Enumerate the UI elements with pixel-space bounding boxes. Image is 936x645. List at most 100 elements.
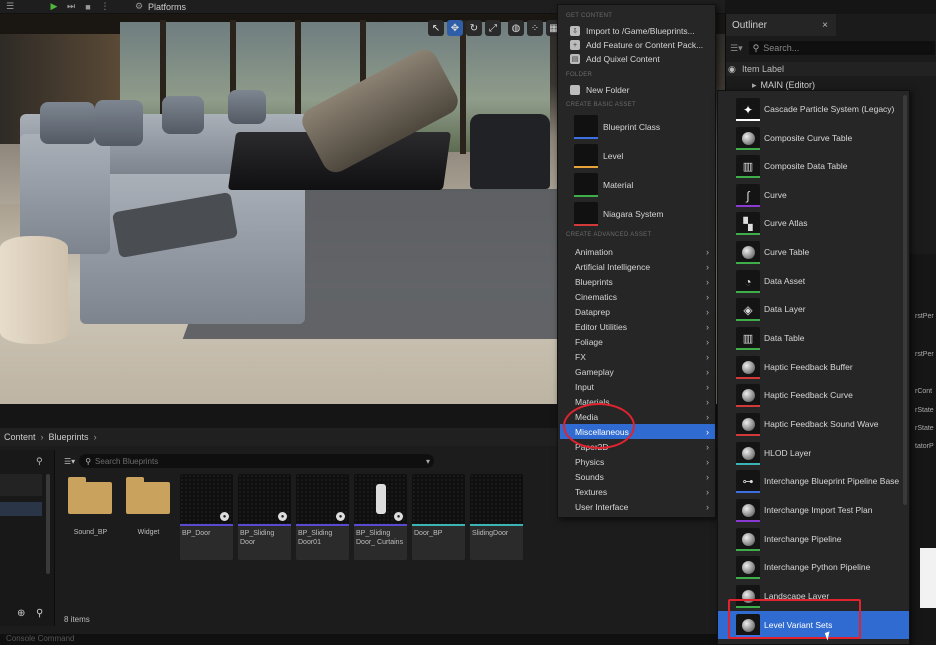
asset-label: Door_BP bbox=[414, 530, 443, 537]
stop-icon[interactable]: ■ bbox=[81, 1, 95, 13]
step-icon[interactable]: ⏭ bbox=[64, 1, 78, 13]
submenu-item-composite-curve-table[interactable]: Composite Curve Table bbox=[718, 124, 909, 152]
menu-category-user-interface[interactable]: User Interface › bbox=[560, 499, 715, 514]
menu-category-ai[interactable]: Artificial Intelligence › bbox=[560, 259, 715, 274]
submenu-item-curve-atlas[interactable]: ▚ Curve Atlas bbox=[718, 209, 909, 237]
submenu-item-hlod-layer[interactable]: HLOD Layer bbox=[718, 439, 909, 467]
submenu-item-interchange-python-pipeline[interactable]: Interchange Python Pipeline bbox=[718, 553, 909, 581]
submenu-item-haptic-feedback-sound-wave[interactable]: Haptic Feedback Sound Wave bbox=[718, 410, 909, 438]
menu-category-fx[interactable]: FX › bbox=[560, 349, 715, 364]
breadcrumb-content[interactable]: Content bbox=[4, 432, 36, 442]
outliner-column-header[interactable]: ◉ Item Label bbox=[726, 62, 936, 76]
menu-item-material[interactable]: Material bbox=[574, 173, 633, 197]
blueprint-badge-icon: ● bbox=[336, 512, 345, 521]
submenu-item-label: Interchange Python Pipeline bbox=[764, 562, 871, 572]
niagara-icon bbox=[574, 202, 598, 226]
submenu-item-haptic-feedback-curve[interactable]: Haptic Feedback Curve bbox=[718, 381, 909, 409]
submenu-item-haptic-feedback-buffer[interactable]: Haptic Feedback Buffer bbox=[718, 353, 909, 381]
submenu-item-interchange-pipeline[interactable]: Interchange Pipeline bbox=[718, 525, 909, 553]
menu-category-sounds[interactable]: Sounds › bbox=[560, 469, 715, 484]
submenu-item-composite-data-table[interactable]: ▥ Composite Data Table bbox=[718, 152, 909, 180]
submenu-item-label: Data Asset bbox=[764, 276, 806, 286]
folder-icon bbox=[126, 477, 170, 514]
folder-sound-bp[interactable]: Sound_BP bbox=[64, 474, 117, 560]
menu-item-add-quixel[interactable]: ▤ Add Quixel Content bbox=[564, 52, 712, 66]
menu-item-label: Material bbox=[603, 180, 634, 190]
rotate-icon[interactable]: ↻ bbox=[466, 20, 482, 36]
folder-tree-item[interactable] bbox=[0, 474, 42, 496]
details-fragment: rstPer bbox=[915, 313, 934, 320]
menu-category-physics[interactable]: Physics › bbox=[560, 454, 715, 469]
chevron-right-icon: › bbox=[706, 381, 709, 392]
submenu-item-cascade-particle-system[interactable]: ✦ Cascade Particle System (Legacy) bbox=[718, 95, 909, 123]
submenu-item-curve[interactable]: ∫ Curve bbox=[718, 181, 909, 209]
submenu-item-interchange-blueprint-pipeline-base[interactable]: ⊶ Interchange Blueprint Pipeline Base bbox=[718, 467, 909, 495]
snap-icon[interactable]: ⁘ bbox=[527, 20, 543, 36]
chevron-right-icon: › bbox=[706, 456, 709, 467]
add-icon[interactable]: ⊕ bbox=[17, 608, 25, 619]
menu-category-dataprep[interactable]: Dataprep › bbox=[560, 304, 715, 319]
category-label: Artificial Intelligence bbox=[575, 261, 651, 272]
scale-icon[interactable]: ⤢ bbox=[485, 20, 501, 36]
menu-item-import[interactable]: ⇩ Import to /Game/Blueprints... bbox=[564, 24, 712, 38]
submenu-item-data-asset[interactable]: ◔ Data Asset bbox=[718, 267, 909, 295]
menu-item-new-folder[interactable]: New Folder bbox=[564, 83, 712, 97]
menu-category-animation[interactable]: Animation › bbox=[560, 244, 715, 259]
outliner-search-input[interactable]: ⚲ Search... bbox=[748, 41, 935, 55]
folder-widget[interactable]: Widget bbox=[122, 474, 175, 560]
globe-icon[interactable]: ◍ bbox=[508, 20, 524, 36]
play-icon[interactable]: ▶ bbox=[47, 1, 61, 13]
menu-item-niagara-system[interactable]: Niagara System bbox=[574, 202, 663, 226]
asset-tile[interactable]: ● BP_Sliding Door_ Curtains bbox=[354, 474, 407, 560]
menu-category-editor-utilities[interactable]: Editor Utilities › bbox=[560, 319, 715, 334]
search-icon[interactable]: ⚲ bbox=[36, 456, 43, 467]
search-icon: ⚲ bbox=[752, 42, 760, 53]
filter-icon[interactable]: ☰▾ bbox=[730, 43, 743, 54]
asset-type-bar bbox=[296, 524, 349, 526]
menu-category-foliage[interactable]: Foliage › bbox=[560, 334, 715, 349]
move-icon[interactable]: ✥ bbox=[447, 20, 463, 36]
asset-tile[interactable]: Door_BP bbox=[412, 474, 465, 560]
submenu-item-interchange-import-test-plan[interactable]: Interchange Import Test Plan bbox=[718, 496, 909, 524]
quixel-icon: ▤ bbox=[570, 54, 580, 64]
checker-icon: ▚ bbox=[736, 212, 760, 235]
tab-outliner[interactable]: Outliner × bbox=[726, 14, 836, 36]
chevron-right-icon: › bbox=[706, 396, 709, 407]
menu-category-cinematics[interactable]: Cinematics › bbox=[560, 289, 715, 304]
menu-category-textures[interactable]: Textures › bbox=[560, 484, 715, 499]
menu-item-blueprint-class[interactable]: Blueprint Class bbox=[574, 115, 660, 139]
submenu-item-data-layer[interactable]: ◈ Data Layer bbox=[718, 295, 909, 323]
menu-category-input[interactable]: Input › bbox=[560, 379, 715, 394]
platforms-button[interactable]: Platforms bbox=[148, 2, 186, 12]
submenu-item-curve-table[interactable]: Curve Table bbox=[718, 238, 909, 266]
asset-tile[interactable]: SlidingDoor bbox=[470, 474, 523, 560]
submenu-item-label: Curve Table bbox=[764, 247, 810, 257]
menu-category-gameplay[interactable]: Gameplay › bbox=[560, 364, 715, 379]
search-icon[interactable]: ⚲ bbox=[36, 608, 43, 619]
submenu-item-label: Curve Atlas bbox=[764, 218, 808, 228]
content-search-input[interactable]: ⚲ Search Blueprints ▾ bbox=[79, 454, 434, 468]
submenu-item-data-table[interactable]: ▥ Data Table bbox=[718, 324, 909, 352]
breadcrumb-blueprints[interactable]: Blueprints bbox=[49, 432, 89, 442]
close-icon[interactable]: × bbox=[822, 20, 828, 31]
blueprint-class-icon bbox=[574, 115, 598, 139]
submenu-scrollbar[interactable] bbox=[903, 95, 907, 505]
select-icon[interactable]: ↖ bbox=[428, 20, 444, 36]
folder-icon bbox=[68, 477, 112, 514]
asset-tile[interactable]: ● BP_Sliding Door01 bbox=[296, 474, 349, 560]
menu-item-level[interactable]: Level bbox=[574, 144, 623, 168]
menu-item-add-feature[interactable]: + Add Feature or Content Pack... bbox=[564, 38, 712, 52]
asset-tile[interactable]: ● BP_Door bbox=[180, 474, 233, 560]
sphere-icon bbox=[736, 241, 760, 264]
filter-icon[interactable]: ☰▾ bbox=[64, 457, 75, 466]
folder-tree-item-selected[interactable] bbox=[0, 502, 42, 516]
console-input[interactable]: Console Command bbox=[0, 634, 725, 645]
details-fragment: rState bbox=[915, 425, 934, 432]
asset-tile[interactable]: ● BP_Sliding Door bbox=[238, 474, 291, 560]
menu-category-blueprints[interactable]: Blueprints › bbox=[560, 274, 715, 289]
asset-type-bar bbox=[180, 524, 233, 526]
scrollbar[interactable] bbox=[46, 474, 50, 574]
blueprint-icon: ⊶ bbox=[736, 470, 760, 493]
more-icon[interactable]: ⋮ bbox=[98, 1, 112, 13]
menu-icon[interactable]: ☰ bbox=[3, 1, 17, 13]
